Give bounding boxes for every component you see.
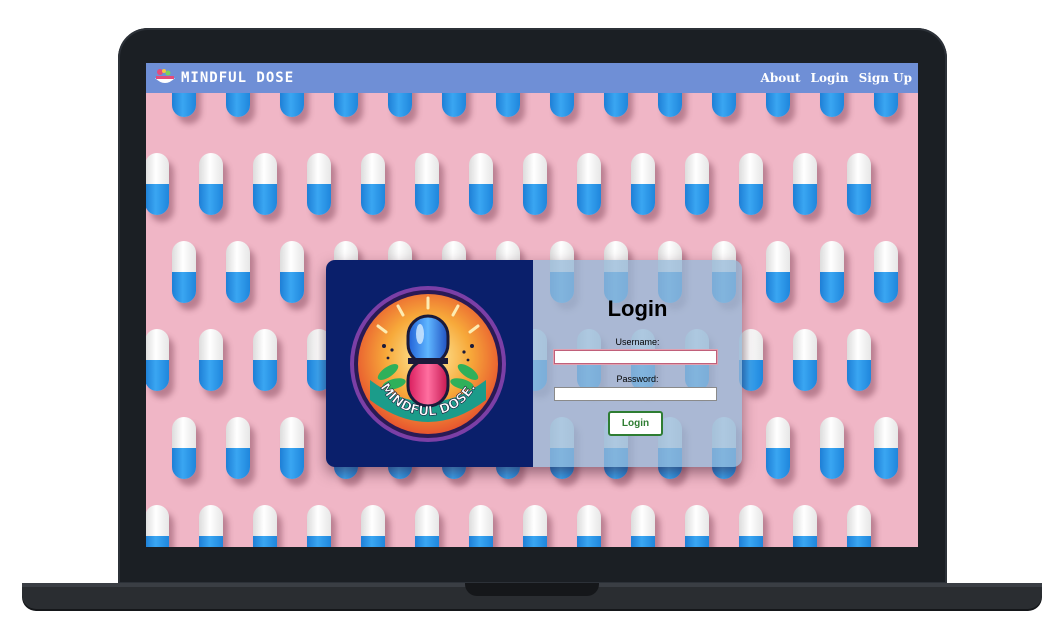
pill-decoration [280, 241, 304, 303]
pill-decoration [820, 241, 844, 303]
pill-decoration [146, 153, 169, 215]
pill-decoration [793, 329, 817, 391]
pill-decoration [253, 505, 277, 547]
brand[interactable]: MINDFUL DOSE [146, 68, 294, 88]
pill-decoration [469, 505, 493, 547]
password-input[interactable] [554, 387, 717, 401]
pill-decoration [793, 153, 817, 215]
pill-decoration [226, 241, 250, 303]
pill-decoration [307, 153, 331, 215]
username-label: Username: [615, 337, 660, 347]
pill-decoration [874, 417, 898, 479]
pill-decoration [631, 505, 655, 547]
brand-name: MINDFUL DOSE [181, 70, 295, 86]
pill-decoration [146, 329, 169, 391]
pill-decoration [253, 153, 277, 215]
nav-link-about[interactable]: About [761, 71, 801, 85]
pill-decoration [847, 505, 871, 547]
pill-decoration [415, 505, 439, 547]
pill-decoration [469, 153, 493, 215]
pill-decoration [577, 505, 601, 547]
pill-decoration [874, 241, 898, 303]
nav-link-signup[interactable]: Sign Up [859, 71, 912, 85]
login-card: MINDFUL DOSE. Login Username: Password: … [326, 260, 742, 467]
login-button[interactable]: Login [608, 411, 663, 436]
pill-decoration [172, 417, 196, 479]
pill-decoration [172, 241, 196, 303]
pill-decoration [280, 417, 304, 479]
nav-links: About Login Sign Up [761, 71, 918, 85]
pill-decoration [226, 417, 250, 479]
password-label: Password: [616, 374, 659, 384]
username-input[interactable] [554, 350, 717, 364]
pill-decoration [577, 153, 601, 215]
login-form-panel: Login Username: Password: Login [533, 260, 742, 467]
pill-decoration [361, 505, 385, 547]
pill-decoration [199, 329, 223, 391]
pill-decoration [361, 153, 385, 215]
pill-decoration [523, 153, 547, 215]
pill-decoration [847, 153, 871, 215]
browser-screen: MINDFUL DOSE About Login Sign Up MINDFUL… [146, 63, 918, 547]
pill-decoration [793, 505, 817, 547]
pill-decoration [766, 241, 790, 303]
pill-decoration [253, 329, 277, 391]
pill-decoration [820, 417, 844, 479]
nav-link-login[interactable]: Login [811, 71, 849, 85]
pill-decoration [739, 329, 763, 391]
pill-decoration [199, 505, 223, 547]
pill-decoration [415, 153, 439, 215]
logo-panel: MINDFUL DOSE. [326, 260, 533, 467]
navbar: MINDFUL DOSE About Login Sign Up [146, 63, 918, 93]
pill-decoration [847, 329, 871, 391]
pill-bowl-icon [153, 68, 177, 88]
pill-decoration [685, 505, 709, 547]
capsule-badge-icon: MINDFUL DOSE. [348, 284, 508, 444]
pill-decoration [631, 153, 655, 215]
pill-decoration [739, 505, 763, 547]
laptop-notch [465, 583, 599, 596]
login-title: Login [607, 296, 668, 321]
pill-decoration [146, 505, 169, 547]
pill-decoration [199, 153, 223, 215]
pill-decoration [523, 505, 547, 547]
pill-decoration [739, 153, 763, 215]
pill-decoration [766, 417, 790, 479]
pill-decoration [685, 153, 709, 215]
pill-decoration [307, 505, 331, 547]
